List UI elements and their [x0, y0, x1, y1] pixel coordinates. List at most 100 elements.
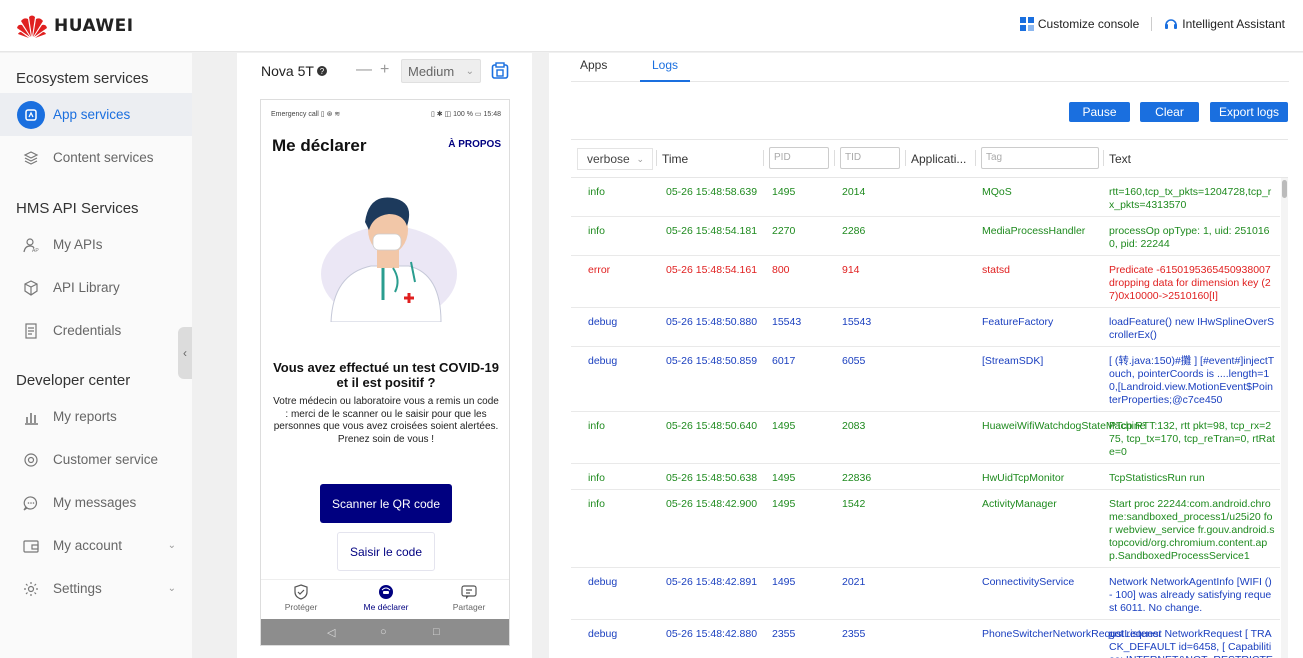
log-row[interactable]: debug 05-26 15:48:50.859 6017 6055 [Stre…: [571, 347, 1280, 412]
pid-filter-input[interactable]: PID: [769, 147, 829, 169]
sidebar-item-credentials[interactable]: Credentials: [0, 309, 192, 352]
sidebar-item-label: Settings: [53, 581, 102, 596]
scrollbar-thumb[interactable]: [1282, 180, 1287, 198]
log-level: debug: [588, 576, 618, 588]
log-text: Network NetworkAgentInfo [WIFI () - 100]…: [1109, 576, 1272, 614]
log-panel: Apps Logs Pause Clear Export logs verbos…: [549, 53, 1303, 658]
log-row[interactable]: info 05-26 15:48:42.900 1495 1542 Activi…: [571, 490, 1280, 568]
log-tid: 6055: [842, 355, 866, 367]
sidebar-item-my-reports[interactable]: My reports: [0, 395, 192, 438]
log-app: MQoS: [982, 186, 1012, 198]
tab-apps[interactable]: Apps: [580, 58, 607, 82]
svg-text:API: API: [32, 248, 39, 253]
nav-group-ecosystem: Ecosystem services: [16, 70, 149, 87]
phone-tab-bar: Protéger Me déclarer Partager: [261, 579, 509, 619]
tid-filter-input[interactable]: TID: [840, 147, 900, 169]
sidebar-item-app-services[interactable]: App services: [0, 93, 192, 136]
log-row[interactable]: info 05-26 15:48:54.181 2270 2286 MediaP…: [571, 217, 1280, 256]
sidebar-item-settings[interactable]: Settings ⌄: [0, 567, 192, 610]
column-divider: [834, 150, 835, 166]
clear-button[interactable]: Clear: [1140, 102, 1199, 122]
help-icon[interactable]: ?: [316, 66, 327, 76]
log-tid: 914: [842, 264, 860, 276]
log-app: ActivityManager: [982, 498, 1057, 510]
grid-icon: [1019, 17, 1034, 31]
log-pid: 1495: [772, 498, 796, 510]
sidebar-item-content-services[interactable]: Content services: [0, 136, 192, 179]
log-row[interactable]: debug 05-26 15:48:42.880 2355 2355 Phone…: [571, 620, 1280, 658]
log-pid: 1495: [772, 576, 796, 588]
log-pid: 800: [772, 264, 790, 276]
tab-logs[interactable]: Logs: [640, 58, 691, 82]
tag-filter-input[interactable]: Tag: [981, 147, 1099, 169]
log-time: 05-26 15:48:54.181: [666, 225, 758, 237]
zoom-out-button[interactable]: —: [356, 61, 372, 79]
sidebar-item-api-library[interactable]: API Library: [0, 266, 192, 309]
column-divider: [905, 150, 906, 166]
log-app: MediaProcessHandler: [982, 225, 1086, 237]
log-time: 05-26 15:48:42.880: [666, 628, 758, 640]
log-app: ConnectivityService: [982, 576, 1075, 588]
zoom-value: Medium: [408, 63, 455, 79]
tab-partager[interactable]: Partager: [429, 584, 509, 612]
log-text: Start proc 22244:com.android.chrome:sand…: [1109, 498, 1275, 562]
device-selector[interactable]: Nova 5T ?: [261, 61, 327, 81]
log-text: TcpStatisticsRun run: [1109, 472, 1205, 484]
log-text: loadFeature() new IHwSplineOverScrollerE…: [1109, 316, 1275, 341]
about-link[interactable]: À PROPOS: [448, 139, 501, 150]
log-row[interactable]: error 05-26 15:48:54.161 800 914 statsd …: [571, 256, 1280, 308]
zoom-in-button[interactable]: +: [380, 61, 389, 79]
sidebar-item-label: My account: [53, 538, 123, 553]
phone-nav-bar: ◁ ○ □: [261, 619, 509, 645]
log-time: 05-26 15:48:58.639: [666, 186, 758, 198]
tab-label: Me déclarer: [363, 602, 409, 612]
log-row[interactable]: info 05-26 15:48:58.639 1495 2014 MQoS r…: [571, 178, 1280, 217]
sidebar-item-my-apis[interactable]: API My APIs: [0, 223, 192, 266]
sidebar-item-customer-service[interactable]: Customer service: [0, 438, 192, 481]
log-level: debug: [588, 628, 618, 640]
recents-nav-button[interactable]: □: [433, 626, 440, 638]
log-row[interactable]: debug 05-26 15:48:42.891 1495 2021 Conne…: [571, 568, 1280, 620]
screenshot-icon[interactable]: [491, 62, 509, 80]
log-text: rtt=160,tcp_tx_pkts=1204728,tcp_rx_pkts=…: [1109, 186, 1272, 211]
text-column-header: Text: [1109, 152, 1132, 166]
intelligent-assistant-button[interactable]: Intelligent Assistant: [1164, 17, 1285, 31]
tab-me-declarer[interactable]: Me déclarer: [346, 584, 426, 612]
huawei-logo[interactable]: HUAWEI: [16, 13, 134, 39]
log-scrollbar[interactable]: [1281, 178, 1288, 658]
scan-qr-button[interactable]: Scanner le QR code: [320, 484, 452, 523]
log-row[interactable]: info 05-26 15:48:50.640 1495 2083 Huawei…: [571, 412, 1280, 464]
log-table-header: verbose ⌄ Time PID TID Applicati... Tag …: [571, 140, 1288, 178]
status-right: ▯ ✱ ◫ 100 % ▭ 15:48: [430, 111, 501, 118]
pause-button[interactable]: Pause: [1069, 102, 1130, 122]
log-pid: 1495: [772, 472, 796, 484]
log-level: info: [588, 498, 605, 510]
log-level: error: [588, 264, 611, 276]
log-row[interactable]: debug 05-26 15:48:50.880 15543 15543 Fea…: [571, 308, 1280, 347]
sidebar-item-label: My reports: [53, 409, 117, 424]
tab-proteger[interactable]: Protéger: [261, 584, 341, 612]
log-level-select[interactable]: verbose ⌄: [577, 148, 653, 170]
sidebar-item-label: App services: [53, 107, 131, 122]
sidebar-collapse-toggle[interactable]: ‹: [178, 327, 192, 379]
chevron-down-icon: ⌄: [167, 540, 176, 551]
log-level: debug: [588, 355, 618, 367]
log-time: 05-26 15:48:50.640: [666, 420, 758, 432]
customize-console-button[interactable]: Customize console: [1019, 17, 1139, 31]
home-nav-button[interactable]: ○: [380, 626, 387, 638]
log-level: info: [588, 186, 605, 198]
log-tid: 1542: [842, 498, 866, 510]
log-tid: 15543: [842, 316, 872, 328]
sidebar-item-my-messages[interactable]: My messages: [0, 481, 192, 524]
log-tid: 2083: [842, 420, 866, 432]
doctor-illustration: [321, 197, 457, 322]
log-text: processOp opType: 1, uid: 251016 0, pid:…: [1109, 225, 1270, 250]
back-nav-button[interactable]: ◁: [327, 626, 335, 639]
log-row[interactable]: info 05-26 15:48:50.638 1495 22836 HwUid…: [571, 464, 1280, 490]
application-column-header: Applicati...: [911, 152, 967, 166]
export-logs-button[interactable]: Export logs: [1210, 102, 1288, 122]
enter-code-button[interactable]: Saisir le code: [337, 532, 435, 571]
phone-screen[interactable]: Emergency call ▯ ⊛ ≋ ▯ ✱ ◫ 100 % ▭ 15:48…: [260, 99, 510, 646]
sidebar-item-my-account[interactable]: My account ⌄: [0, 524, 192, 567]
zoom-select[interactable]: Medium ⌄: [401, 59, 481, 83]
